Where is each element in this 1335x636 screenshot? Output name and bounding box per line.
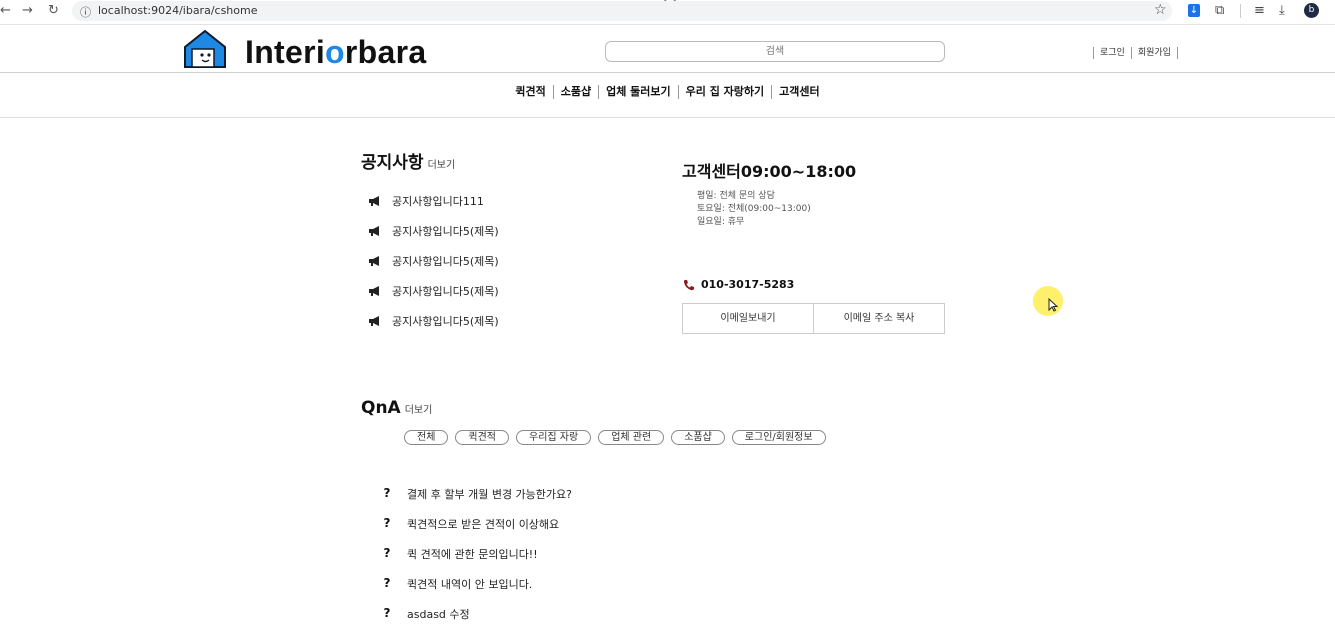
logo-text-part: Interi (245, 34, 326, 70)
auth-links: 로그인 회원가입 (1093, 47, 1178, 59)
qna-item[interactable]: ? 퀵 견적에 관한 문의입니다!! (382, 546, 572, 576)
megaphone-icon (369, 286, 379, 296)
site-info-icon[interactable]: ⓘ (80, 4, 91, 20)
download-extension-icon[interactable]: ↓ (1188, 4, 1200, 17)
qna-category-tags: 전체 퀵견적 우리집 자랑 업체 관련 소품샵 로그인/회원정보 (404, 430, 826, 445)
copy-email-button[interactable]: 이메일 주소 복사 (813, 303, 945, 334)
qna-tag-all[interactable]: 전체 (404, 430, 449, 445)
reload-icon[interactable]: ↻ (48, 3, 59, 19)
question-icon: ? (383, 516, 391, 530)
nav-browse-companies[interactable]: 업체 둘러보기 (598, 85, 678, 99)
logo-text-part: rbara (344, 34, 427, 70)
back-icon[interactable]: ← (0, 3, 11, 19)
cs-hours-saturday: 토요일: 전체(09:00~13:00) (697, 204, 811, 214)
site-logo-text[interactable]: Interiorbara (245, 30, 426, 74)
notice-list: 공지사항입니다111 공지사항입니다5(제목) 공지사항입니다5(제목) 공지사… (368, 193, 499, 343)
notice-item[interactable]: 공지사항입니다5(제목) (368, 283, 499, 313)
qna-item[interactable]: ? 퀵견적으로 받은 견적이 이상해요 (382, 516, 572, 546)
nav-prop-shop[interactable]: 소품샵 (552, 85, 598, 99)
notice-item-text: 공지사항입니다5(제목) (392, 315, 499, 328)
qna-item-text: 결제 후 할부 개월 변경 가능한가요? (407, 488, 573, 501)
header-divider (0, 72, 1335, 73)
send-email-button[interactable]: 이메일보내기 (682, 303, 814, 334)
mouse-cursor-icon (1048, 298, 1058, 312)
qna-item-text: 퀵견적 내역이 안 보입니다. (407, 578, 533, 591)
qna-heading: QnA 더보기 (361, 398, 432, 418)
qna-item[interactable]: ? 결제 후 할부 개월 변경 가능한가요? (382, 486, 573, 516)
cs-phone-number: 010-3017-5283 (701, 278, 795, 291)
notice-item-text: 공지사항입니다111 (392, 195, 484, 208)
notice-title: 공지사항 (361, 153, 424, 173)
profile-avatar[interactable]: b (1304, 3, 1319, 18)
nav-divider (0, 117, 1335, 118)
megaphone-icon (369, 256, 379, 266)
main-nav: 퀵견적 소품샵 업체 둘러보기 우리 집 자랑하기 고객센터 (0, 85, 1335, 99)
nav-customer-center[interactable]: 고객센터 (771, 85, 826, 99)
cs-hours-weekday: 평일: 전체 문의 상담 (697, 191, 775, 201)
question-icon: ? (383, 576, 391, 590)
logo-o-mark: o (325, 34, 345, 70)
extensions-puzzle-icon[interactable]: ⧉ (1215, 3, 1224, 18)
downloads-icon[interactable]: ⤓ (1279, 3, 1285, 18)
qna-tag-home-showoff[interactable]: 우리집 자랑 (516, 430, 592, 445)
address-bar[interactable]: ⓘ localhost:9024/ibara/cshome (72, 1, 1172, 21)
signup-link[interactable]: 회원가입 (1130, 47, 1178, 59)
notice-item[interactable]: 공지사항입니다5(제목) (368, 313, 499, 343)
question-icon: ? (383, 606, 391, 620)
forward-icon[interactable]: → (22, 3, 33, 19)
toolbar-divider (1240, 4, 1241, 18)
notice-item-text: 공지사항입니다5(제목) (392, 225, 499, 238)
notice-item[interactable]: 공지사항입니다5(제목) (368, 253, 499, 283)
cs-heading: 고객센터09:00~18:00 (682, 162, 857, 181)
login-link[interactable]: 로그인 (1093, 47, 1131, 59)
notice-item-text: 공지사항입니다5(제목) (392, 255, 499, 268)
qna-more-link[interactable]: 더보기 (405, 405, 433, 416)
reading-list-icon[interactable]: ≡ (1254, 3, 1265, 18)
bookmark-star-icon[interactable]: ☆ (1154, 2, 1167, 18)
notice-item[interactable]: 공지사항입니다5(제목) (368, 223, 499, 253)
nav-show-off-home[interactable]: 우리 집 자랑하기 (677, 85, 772, 99)
megaphone-icon (369, 226, 379, 236)
nav-quick-estimate[interactable]: 퀵견적 (508, 85, 552, 99)
qna-item[interactable]: ? 퀵견적 내역이 안 보입니다. (382, 576, 572, 606)
cs-hours-sunday: 일요일: 휴무 (697, 217, 745, 227)
qna-list: ? 결제 후 할부 개월 변경 가능한가요? ? 퀵견적으로 받은 견적이 이상해요… (382, 486, 573, 636)
question-icon: ? (383, 486, 391, 500)
browser-toolbar: ← → ↻ ⓘ localhost:9024/ibara/cshome ☆ ↓ … (0, 0, 1335, 25)
qna-tag-login-member[interactable]: 로그인/회원정보 (731, 430, 826, 445)
notice-item[interactable]: 공지사항입니다111 (368, 193, 499, 223)
qna-tag-prop-shop[interactable]: 소품샵 (671, 430, 725, 445)
question-icon: ? (383, 546, 391, 560)
qna-item-text: asdasd 수정 (407, 608, 470, 621)
notice-heading: 공지사항 더보기 (361, 148, 455, 173)
qna-title: QnA (361, 398, 401, 418)
phone-icon (683, 279, 694, 290)
house-logo-icon[interactable] (183, 29, 227, 69)
address-url: localhost:9024/ibara/cshome (98, 4, 258, 17)
notice-item-text: 공지사항입니다5(제목) (392, 285, 499, 298)
qna-tag-company[interactable]: 업체 관련 (598, 430, 665, 445)
cs-phone: 010-3017-5283 (683, 278, 794, 291)
qna-item-text: 퀵견적으로 받은 견적이 이상해요 (407, 518, 560, 531)
qna-tag-quick-estimate[interactable]: 퀵견적 (455, 430, 510, 445)
megaphone-icon (369, 196, 379, 206)
notice-more-link[interactable]: 더보기 (428, 160, 456, 171)
search-input[interactable] (605, 41, 945, 62)
cs-hours: 평일: 전체 문의 상담 토요일: 전체(09:00~13:00) 일요일: 휴… (697, 190, 811, 229)
qna-item-text: 퀵 견적에 관한 문의입니다!! (407, 548, 538, 561)
megaphone-icon (369, 316, 379, 326)
